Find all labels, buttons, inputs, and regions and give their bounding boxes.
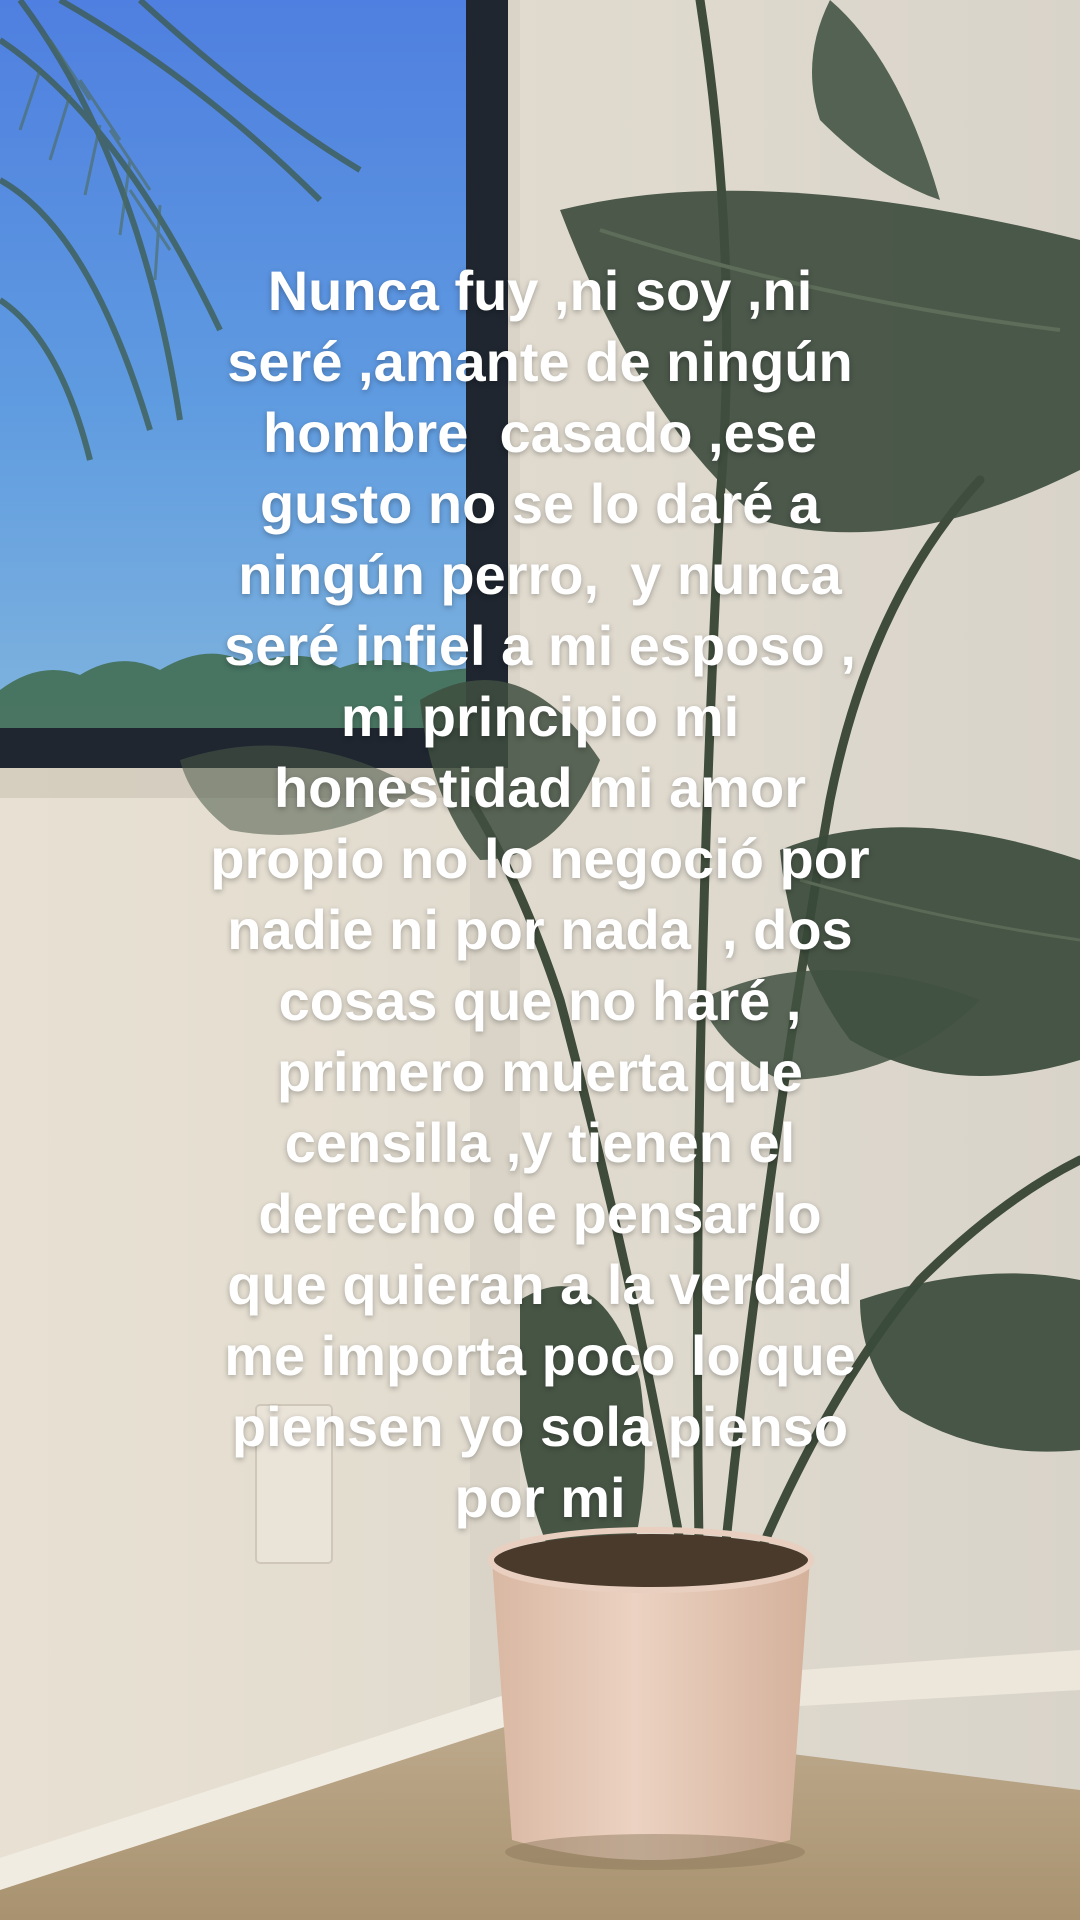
- caption-line: censilla ,y tienen el: [284, 1111, 796, 1174]
- video-frame: Nunca fuy ,ni soy ,ni seré ,amante de nin…: [0, 0, 1080, 1920]
- caption-text: Nunca fuy ,ni soy ,ni seré ,amante de nin…: [190, 255, 890, 1533]
- caption-line: hombre casado ,ese: [262, 401, 817, 464]
- caption-line: seré infiel a mi esposo ,: [224, 614, 856, 677]
- caption-line: cosas que no haré ,: [278, 969, 802, 1032]
- caption-line: derecho de pensar lo: [258, 1182, 822, 1245]
- pot-shadow: [505, 1834, 805, 1870]
- caption-line: que quieran a la verdad: [227, 1253, 853, 1316]
- caption-line: nadie ni por nada , dos: [227, 898, 853, 961]
- caption-line: seré ,amante de ningún: [227, 330, 853, 393]
- caption-line: primero muerta que: [277, 1040, 803, 1103]
- caption-line: me importa poco lo que: [224, 1324, 856, 1387]
- caption-line: piensen yo sola pienso: [231, 1395, 849, 1458]
- caption-line: mi principio mi: [340, 685, 740, 748]
- caption-line: Nunca fuy ,ni soy ,ni: [267, 259, 813, 322]
- caption-line: propio no lo negoció por: [210, 827, 870, 890]
- caption-line: por mi: [454, 1466, 626, 1529]
- caption-line: gusto no se lo daré a: [259, 472, 821, 535]
- caption-line: honestidad mi amor: [273, 756, 807, 819]
- caption-line: ningún perro, y nunca: [238, 543, 842, 606]
